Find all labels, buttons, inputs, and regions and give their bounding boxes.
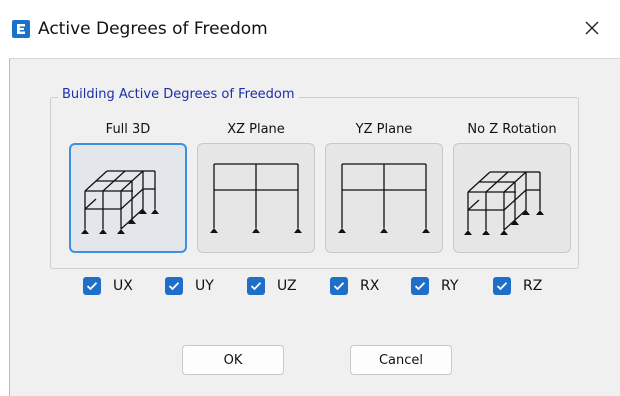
checkbox-label-ux: UX xyxy=(113,278,133,294)
checkmark-icon xyxy=(83,277,101,295)
checkbox-uy[interactable]: UY xyxy=(165,277,214,295)
checkbox-label-rx: RX xyxy=(360,278,380,294)
app-logo-icon xyxy=(12,20,30,38)
dialog-window: Active Degrees of Freedom Building Activ… xyxy=(0,0,620,396)
option-button-no-z-rotation[interactable] xyxy=(453,143,571,253)
cancel-button[interactable]: Cancel xyxy=(350,345,452,375)
checkmark-icon xyxy=(165,277,183,295)
option-button-xz-plane[interactable] xyxy=(197,143,315,253)
checkbox-uz[interactable]: UZ xyxy=(247,277,297,295)
checkmark-icon xyxy=(411,277,429,295)
option-label-xz-plane: XZ Plane xyxy=(227,122,285,137)
ok-button[interactable]: OK xyxy=(182,345,284,375)
option-button-yz-plane[interactable] xyxy=(325,143,443,253)
checkbox-label-ry: RY xyxy=(441,278,459,294)
no-z-rotation-frame-icon xyxy=(464,171,544,235)
yz-plane-frame-icon xyxy=(338,163,430,233)
checkbox-ux[interactable]: UX xyxy=(83,277,133,295)
dialog-body: Building Active Degrees of Freedom Full … xyxy=(9,58,620,396)
option-label-full-3d: Full 3D xyxy=(105,122,151,137)
title-bar: Active Degrees of Freedom xyxy=(0,0,620,58)
close-icon xyxy=(585,21,599,35)
close-button[interactable] xyxy=(578,14,606,42)
window-title: Active Degrees of Freedom xyxy=(38,19,268,39)
3d-frame-icon xyxy=(81,170,159,234)
checkmark-icon xyxy=(493,277,511,295)
checkbox-label-uz: UZ xyxy=(277,278,297,294)
option-label-no-z-rotation: No Z Rotation xyxy=(467,122,557,137)
option-button-full-3d[interactable] xyxy=(69,143,187,253)
checkmark-icon xyxy=(247,277,265,295)
checkbox-label-rz: RZ xyxy=(523,278,543,294)
groupbox-legend: Building Active Degrees of Freedom xyxy=(58,87,299,102)
checkbox-rz[interactable]: RZ xyxy=(493,277,542,295)
checkbox-ry[interactable]: RY xyxy=(411,277,458,295)
xz-plane-frame-icon xyxy=(210,163,302,233)
checkmark-icon xyxy=(330,277,348,295)
checkbox-label-uy: UY xyxy=(195,278,214,294)
option-label-yz-plane: YZ Plane xyxy=(355,122,413,137)
checkbox-rx[interactable]: RX xyxy=(330,277,379,295)
